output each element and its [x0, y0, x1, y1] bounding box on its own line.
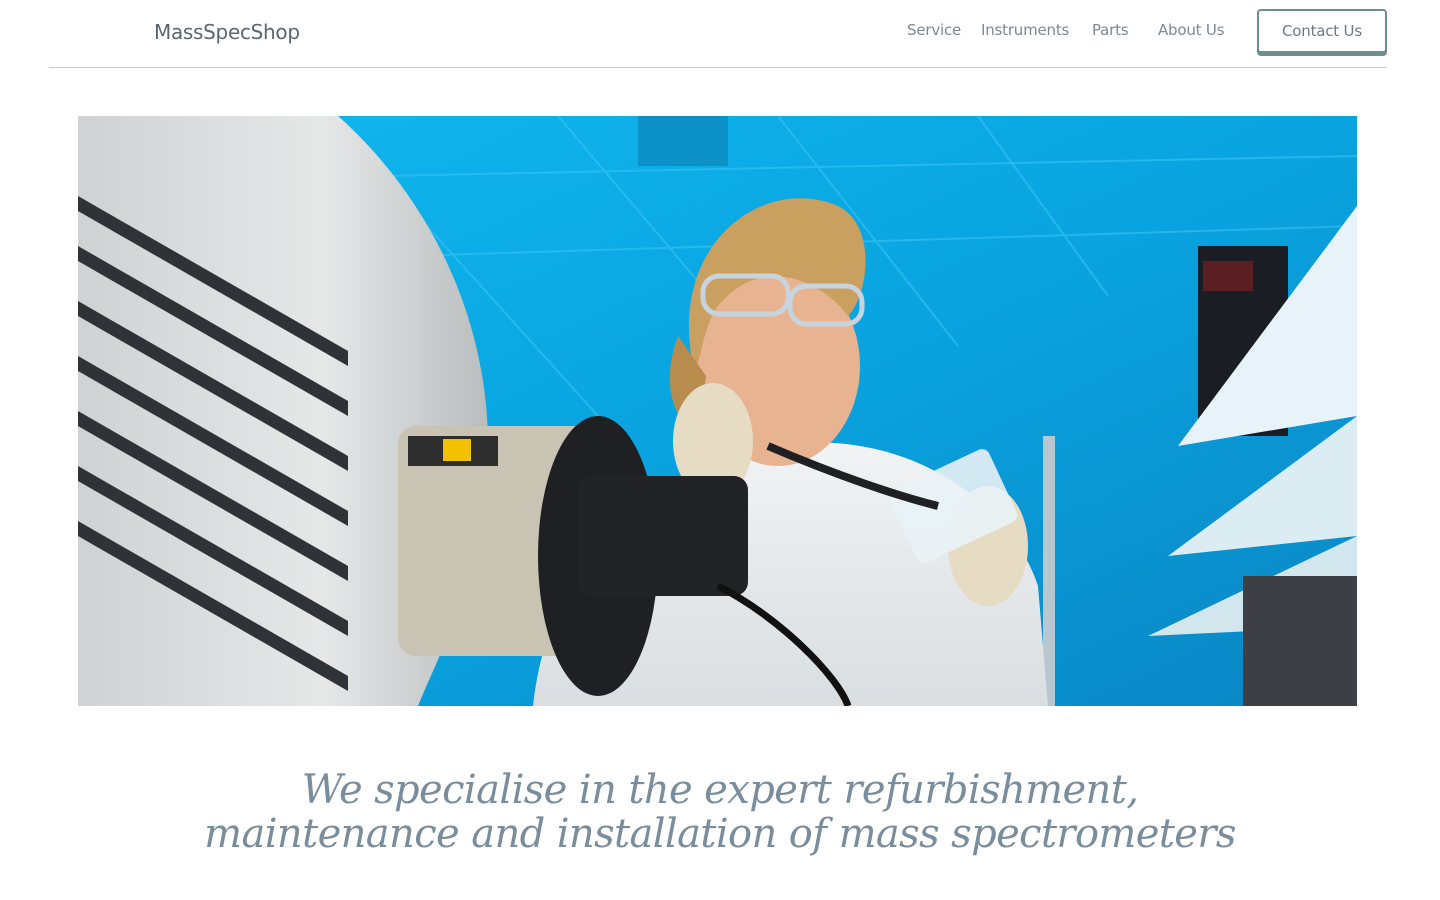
site-header: MassSpecShop Service Instruments Parts A…	[49, 0, 1387, 68]
hero-image	[78, 116, 1357, 706]
hero-photo-illustration	[78, 116, 1357, 706]
nav-link-about-us[interactable]: About Us	[1158, 21, 1225, 39]
nav-link-service[interactable]: Service	[907, 21, 961, 39]
nav-link-parts[interactable]: Parts	[1092, 21, 1129, 39]
brand-logo[interactable]: MassSpecShop	[154, 20, 300, 44]
contact-us-button[interactable]: Contact Us	[1257, 9, 1387, 53]
nav-link-instruments[interactable]: Instruments	[981, 21, 1069, 39]
hero-tagline: We specialise in the expert refurbishmen…	[120, 768, 1320, 856]
tagline-line-2: maintenance and installation of mass spe…	[204, 811, 1236, 857]
tagline-line-1: We specialise in the expert refurbishmen…	[301, 767, 1139, 813]
